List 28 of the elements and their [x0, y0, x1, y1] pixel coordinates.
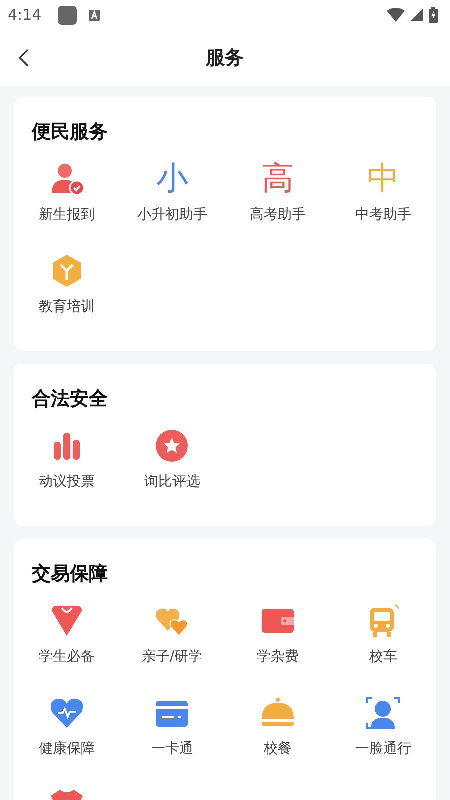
signal-icon	[411, 9, 423, 21]
service-label[interactable]: 教育培训	[38, 298, 95, 316]
service-label[interactable]: 高考助手	[250, 206, 306, 224]
service-label[interactable]: 小升初助手	[137, 206, 208, 224]
back-icon[interactable]	[18, 48, 30, 68]
keyboard-notification-icon	[88, 10, 100, 20]
face-scan-icon[interactable]	[365, 695, 402, 731]
service-label[interactable]: 校车	[369, 648, 398, 666]
service-label[interactable]: 学生必备	[38, 648, 95, 666]
service-label[interactable]: 动议投票	[38, 473, 95, 491]
status-time: 4:14	[8, 6, 42, 24]
section-title: 便民服务	[32, 120, 109, 145]
service-glyph[interactable]: 小	[156, 159, 188, 197]
battery-icon	[429, 7, 438, 23]
service-label[interactable]: 一脸通行	[355, 740, 412, 758]
service-label[interactable]: 亲子/研学	[142, 648, 203, 666]
section-title: 合法安全	[32, 387, 109, 412]
service-label[interactable]: 询比评选	[144, 473, 200, 491]
app-notification-icon	[58, 6, 77, 24]
service-label[interactable]: 学杂费	[256, 648, 299, 666]
service-label[interactable]: 一卡通	[151, 740, 194, 758]
wifi-icon	[387, 8, 405, 22]
section-title: 交易保障	[32, 562, 109, 587]
page-title: 服务	[206, 46, 244, 71]
service-label[interactable]: 中考助手	[355, 206, 412, 224]
service-label[interactable]: 新生报到	[38, 206, 95, 224]
service-label[interactable]: 校餐	[264, 740, 292, 758]
service-label[interactable]: 健康保障	[38, 740, 95, 758]
